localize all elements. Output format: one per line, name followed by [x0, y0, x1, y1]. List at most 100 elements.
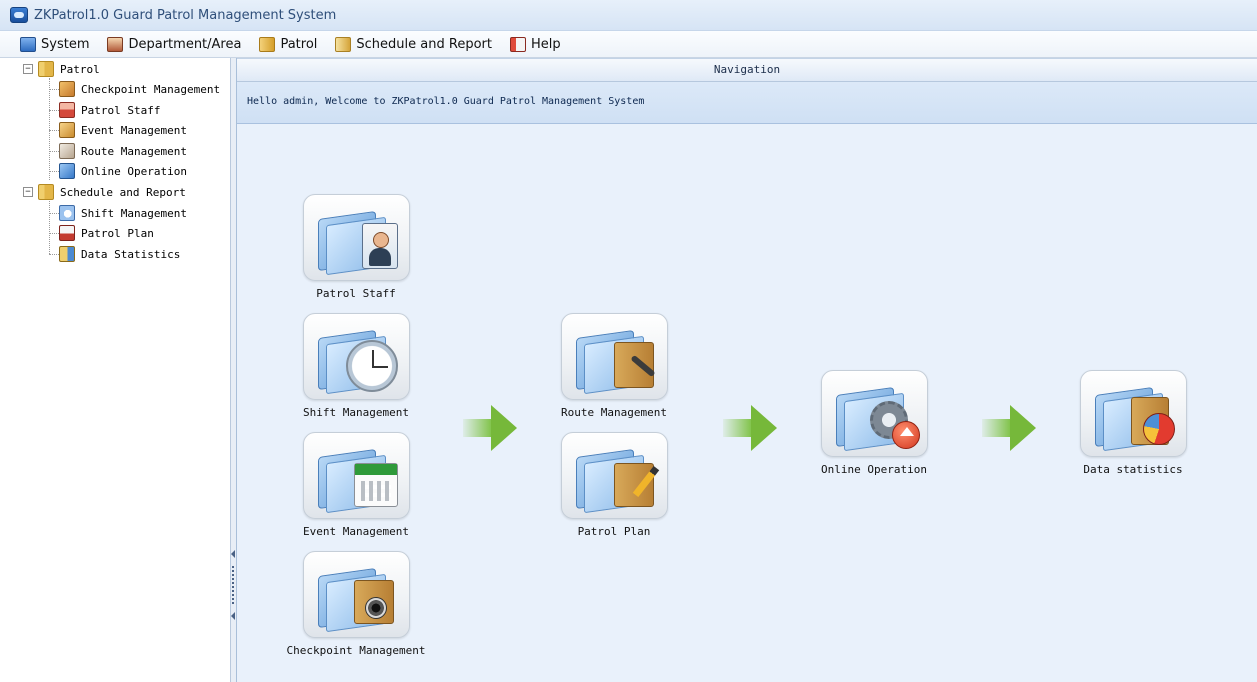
menu-schedule-report[interactable]: Schedule and Report [335, 36, 492, 52]
tree-item-online-operation[interactable]: Online Operation [59, 162, 187, 180]
collapse-toggle-icon[interactable]: − [23, 187, 33, 197]
menu-help-label: Help [530, 36, 561, 52]
tile-caption[interactable]: Checkpoint Management [281, 644, 431, 657]
tile-caption[interactable]: Patrol Staff [281, 287, 431, 300]
event-management-tile-icon[interactable] [302, 432, 410, 519]
tree-connector [49, 171, 59, 172]
tile-data-statistics[interactable]: Data statistics [1058, 370, 1208, 476]
tree-item-label: Checkpoint Management [81, 82, 221, 96]
tile-patrol-plan[interactable]: Patrol Plan [539, 432, 689, 538]
tree-connector [49, 254, 59, 255]
tile-route-management[interactable]: Route Management [539, 313, 689, 419]
tree-connector [49, 78, 50, 180]
tree-connector [49, 233, 59, 234]
arrow-shaft [463, 419, 493, 437]
wrench-icon [613, 342, 654, 388]
tree-item-event-management[interactable]: Event Management [59, 121, 187, 139]
statistics-icon [59, 246, 75, 262]
tree-item-label: Event Management [81, 123, 187, 137]
tile-checkpoint-management[interactable]: Checkpoint Management [281, 551, 431, 657]
staff-icon [59, 102, 75, 118]
menu-schedule-report-label: Schedule and Report [356, 36, 492, 52]
tile-shift-management[interactable]: Shift Management [281, 313, 431, 419]
tile-caption[interactable]: Route Management [539, 406, 689, 419]
welcome-message: Hello admin, Welcome to ZKPatrol1.0 Guar… [237, 82, 1257, 124]
person-card-icon [361, 223, 398, 269]
checkpoint-lens-icon [353, 580, 394, 624]
patrol-staff-tile-icon[interactable] [302, 194, 410, 281]
arrow-shaft [982, 419, 1012, 437]
navigation-header: Navigation [237, 58, 1257, 82]
flow-arrow-icon [723, 405, 779, 451]
tree-connector [49, 201, 50, 254]
online-icon [59, 163, 75, 179]
upload-icon [891, 421, 920, 449]
menu-department-area-label: Department/Area [128, 36, 242, 52]
shift-icon [59, 205, 75, 221]
help-book-icon [509, 36, 526, 52]
menu-bar: System Department/Area Patrol Schedule a… [0, 31, 1257, 58]
collapse-toggle-icon[interactable]: − [23, 64, 33, 74]
title-bar: ZKPatrol1.0 Guard Patrol Management Syst… [0, 0, 1257, 31]
folder-icon [38, 184, 54, 200]
shift-management-tile-icon[interactable] [302, 313, 410, 400]
collapse-left-arrow-icon[interactable] [231, 612, 235, 620]
tree-item-route-management[interactable]: Route Management [59, 142, 187, 160]
tile-caption[interactable]: Online Operation [799, 463, 949, 476]
tree-group-patrol[interactable]: − Patrol [23, 60, 100, 78]
app-logo-icon [10, 7, 28, 23]
data-statistics-tile-icon[interactable] [1079, 370, 1187, 457]
tile-event-management[interactable]: Event Management [281, 432, 431, 538]
tree-connector [49, 89, 59, 90]
tree-group-schedule-report[interactable]: − Schedule and Report [23, 183, 186, 201]
schedule-folder-icon [335, 36, 352, 52]
arrow-head [751, 405, 777, 451]
menu-system[interactable]: System [20, 36, 90, 52]
navigation-panel: Navigation Hello admin, Welcome to ZKPat… [237, 58, 1257, 682]
tree-item-patrol-plan[interactable]: Patrol Plan [59, 224, 154, 242]
patrol-folder-icon [259, 36, 276, 52]
computer-icon [20, 36, 36, 52]
tree-item-label: Data Statistics [81, 247, 181, 261]
online-operation-tile-icon[interactable] [820, 370, 928, 457]
patrol-plan-tile-icon[interactable] [560, 432, 668, 519]
tree-group-label: Patrol [60, 62, 100, 76]
event-icon [59, 122, 75, 138]
arrow-shaft [723, 419, 753, 437]
tree-item-label: Shift Management [81, 206, 187, 220]
tile-caption[interactable]: Patrol Plan [539, 525, 689, 538]
tile-caption[interactable]: Event Management [281, 525, 431, 538]
window-title: ZKPatrol1.0 Guard Patrol Management Syst… [34, 7, 337, 23]
department-icon [107, 36, 124, 52]
menu-department-area[interactable]: Department/Area [107, 36, 242, 52]
tree-connector [49, 110, 59, 111]
tile-online-operation[interactable]: Online Operation [799, 370, 949, 476]
pie-chart-icon [1142, 413, 1175, 445]
checkpoint-icon [59, 81, 75, 97]
splitter-grip-icon[interactable] [232, 566, 235, 604]
clock-icon [345, 340, 398, 392]
menu-patrol[interactable]: Patrol [259, 36, 317, 52]
route-icon [59, 143, 75, 159]
tree-connector [49, 213, 59, 214]
tile-patrol-staff[interactable]: Patrol Staff [281, 194, 431, 300]
tile-caption[interactable]: Data statistics [1058, 463, 1208, 476]
collapse-left-arrow-icon[interactable] [231, 550, 235, 558]
tree-item-label: Patrol Staff [81, 103, 161, 117]
tile-caption[interactable]: Shift Management [281, 406, 431, 419]
calendar-icon [353, 463, 398, 507]
arrow-head [491, 405, 517, 451]
tree-item-patrol-staff[interactable]: Patrol Staff [59, 101, 160, 119]
tree-item-shift-management[interactable]: Shift Management [59, 204, 187, 222]
tree-item-checkpoint-management[interactable]: Checkpoint Management [59, 80, 220, 98]
navigation-tree: − Patrol Checkpoint Management Patrol St… [10, 58, 231, 682]
menu-help[interactable]: Help [509, 36, 561, 52]
arrow-head [1010, 405, 1036, 451]
flow-arrow-icon [463, 405, 519, 451]
menu-system-label: System [41, 36, 90, 52]
route-management-tile-icon[interactable] [560, 313, 668, 400]
tree-connector [49, 130, 59, 131]
tree-item-data-statistics[interactable]: Data Statistics [59, 245, 180, 263]
folder-icon [38, 61, 54, 77]
checkpoint-management-tile-icon[interactable] [302, 551, 410, 638]
